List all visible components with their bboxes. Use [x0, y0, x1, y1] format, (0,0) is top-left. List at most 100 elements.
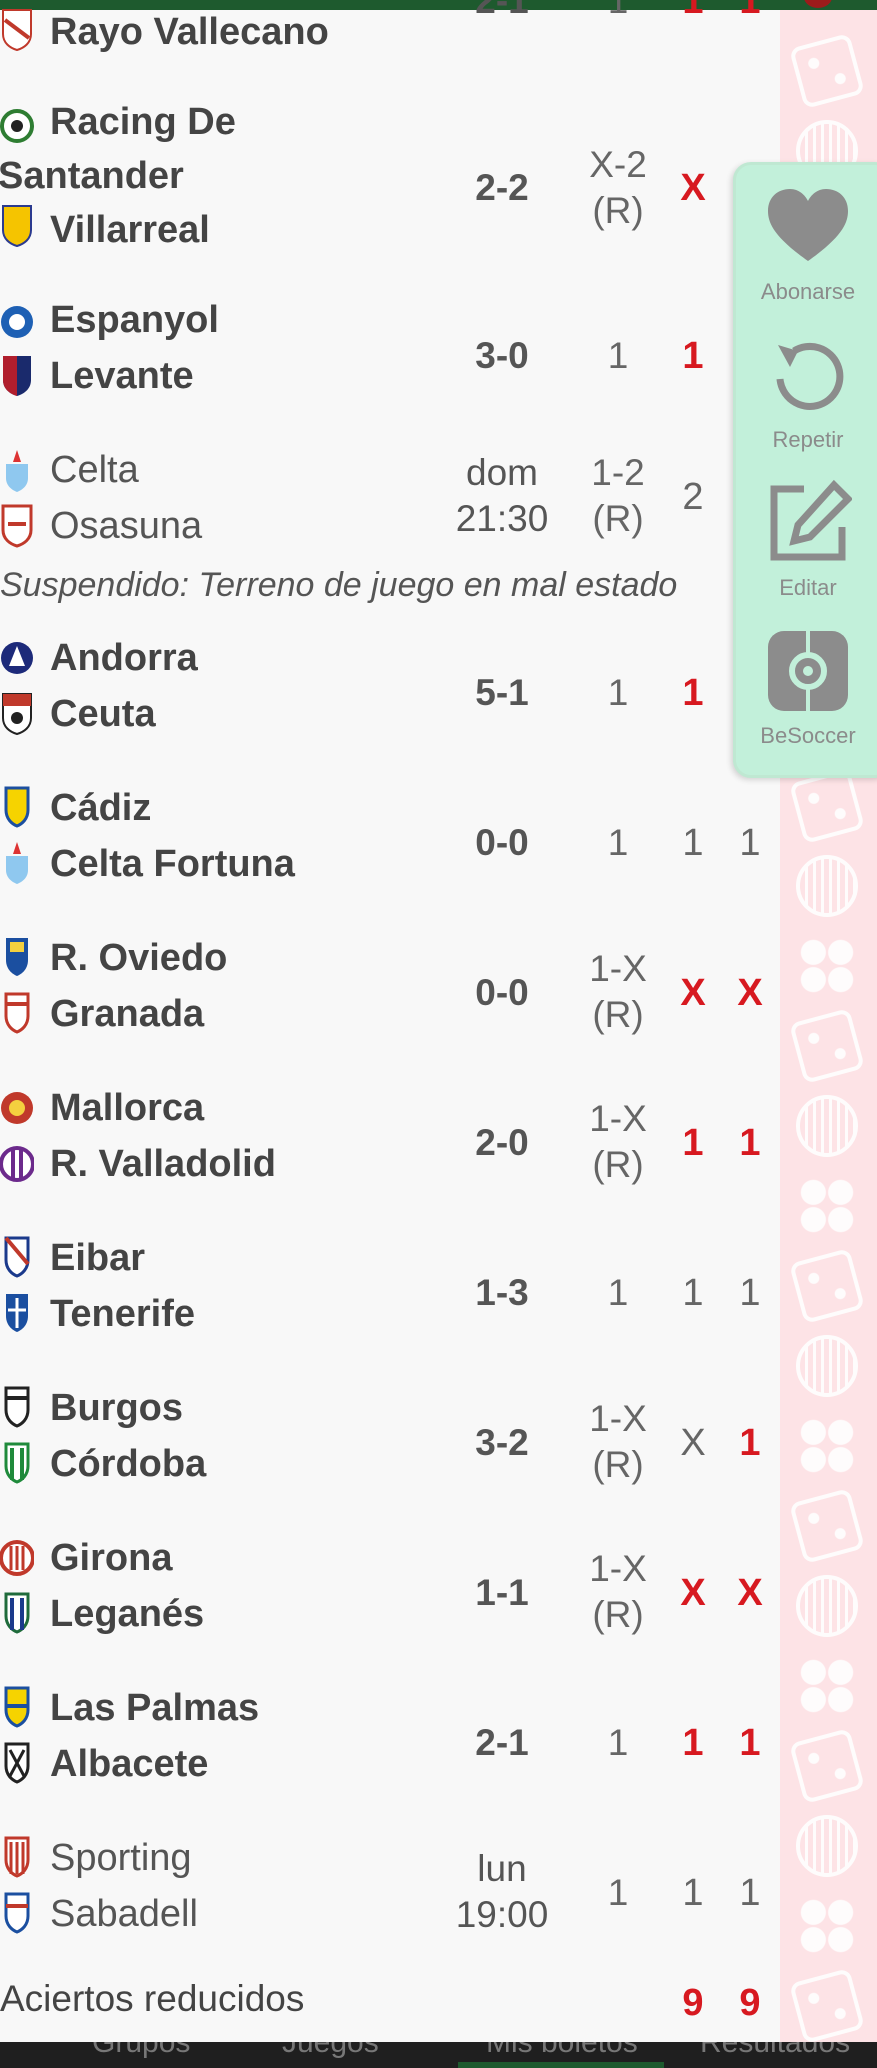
- match-row[interactable]: Mallorca R. Valladolid 2-0 1-X (R) 1 1: [0, 1084, 780, 1204]
- nav-games[interactable]: Juegos: [282, 2042, 379, 2060]
- prediction-1: 1: [682, 1722, 704, 1764]
- prediction-1: 1: [682, 335, 704, 377]
- match-row[interactable]: Eibar Tenerife 1-3 1 1 1: [0, 1234, 780, 1354]
- match-row[interactable]: Las Palmas Albacete 2-1 1 1 1: [0, 1684, 780, 1804]
- home-team: Espanyol: [50, 299, 219, 341]
- ball-icon: [796, 1575, 858, 1637]
- team-crest-icon: [1, 504, 33, 548]
- prediction-1: 2: [682, 476, 704, 518]
- match-row[interactable]: Girona Leganés 1-1 1-X (R) X X: [0, 1534, 780, 1654]
- match-row[interactable]: Espanyol Levante 3-0 1 1: [0, 296, 780, 416]
- summary-count-2: 9: [739, 1982, 761, 2024]
- prediction-1: X: [680, 972, 706, 1014]
- ball-icon: [796, 1815, 858, 1877]
- repeat-button[interactable]: Repetir: [736, 313, 877, 463]
- match-row[interactable]: Sporting Sabadell lun 19:00 1 1 1: [0, 1834, 780, 1964]
- result: 1-X: [589, 1098, 647, 1139]
- team-crest-icon: [4, 1442, 30, 1484]
- team-crest-icon: [1, 642, 33, 674]
- result-reduced: (R): [592, 994, 644, 1035]
- result: 1-2: [591, 452, 645, 493]
- besoccer-icon: [768, 631, 848, 711]
- subscribe-button[interactable]: Abonarse: [736, 165, 877, 315]
- team-crest-icon: [4, 1742, 30, 1784]
- home-team: Racing De: [50, 101, 236, 143]
- bottom-navigation: Grupos Juegos Mis boletos Resultados: [0, 2042, 877, 2068]
- result: 1-X: [589, 1398, 647, 1439]
- match-day: lun: [477, 1848, 527, 1889]
- nav-results[interactable]: Resultados: [700, 2042, 850, 2060]
- clover-icon: [796, 1415, 858, 1477]
- home-team: Andorra: [50, 637, 198, 679]
- ball-icon: [796, 855, 858, 917]
- score: 1-3: [475, 1272, 529, 1313]
- clover-icon: [796, 1655, 858, 1717]
- besoccer-label: BeSoccer: [760, 723, 856, 748]
- repeat-icon: [776, 342, 844, 410]
- result: 1: [607, 335, 629, 376]
- repeat-label: Repetir: [772, 427, 844, 452]
- home-team: Las Palmas: [50, 1687, 260, 1729]
- result-reduced: (R): [592, 190, 644, 231]
- result: 1: [607, 1872, 629, 1913]
- result: 1: [607, 822, 629, 863]
- dice-icon: [789, 1728, 865, 1804]
- dice-icon: [789, 1488, 865, 1564]
- team-crest-icon: [0, 109, 34, 143]
- match-row[interactable]: Burgos Córdoba 3-2 1-X (R) X 1: [0, 1384, 780, 1504]
- home-team: Burgos: [50, 1387, 183, 1429]
- result: X-2: [589, 144, 647, 185]
- team-crest-icon: [6, 1294, 28, 1332]
- away-team: Albacete: [50, 1743, 209, 1785]
- prediction-1: 1: [682, 0, 704, 22]
- team-crest-icon: [2, 693, 32, 736]
- away-team: Villarreal: [50, 209, 210, 251]
- score: 5-1: [475, 672, 529, 713]
- match-time: 21:30: [455, 498, 549, 539]
- score: 2-2: [475, 167, 529, 208]
- prediction-2: X: [737, 972, 763, 1014]
- besoccer-button[interactable]: BeSoccer: [736, 609, 877, 759]
- prediction-2: 1: [739, 1872, 761, 1914]
- nav-groups[interactable]: Grupos: [92, 2042, 190, 2060]
- prediction-2: 1: [739, 0, 761, 22]
- summary-label: Aciertos reducidos: [0, 1978, 305, 2019]
- team-crest-icon: [4, 1236, 30, 1278]
- match-row[interactable]: Andorra Ceuta 5-1 1 1: [0, 634, 780, 754]
- team-crest-icon: [2, 205, 32, 248]
- dice-icon: [789, 1248, 865, 1324]
- nav-tickets[interactable]: Mis boletos: [486, 2042, 638, 2060]
- dice-icon: [789, 33, 865, 109]
- away-team: Leganés: [50, 1593, 205, 1635]
- home-team: Celta: [50, 449, 139, 491]
- result-reduced: (R): [592, 1444, 644, 1485]
- team-crest-icon: [4, 1592, 30, 1634]
- result: 1-X: [589, 948, 647, 989]
- away-team: Celta Fortuna: [50, 843, 295, 885]
- away-team: Granada: [50, 993, 205, 1035]
- result-reduced: (R): [592, 1594, 644, 1635]
- team-crest-icon: [4, 1386, 30, 1428]
- result: 1-X: [589, 1548, 647, 1589]
- team-crest-icon: [4, 1686, 30, 1728]
- home-team: Sporting: [50, 1837, 192, 1879]
- match-row[interactable]: Cádiz Celta Fortuna 0-0 1 1 1: [0, 784, 780, 904]
- match-row[interactable]: R. Oviedo Granada 0-0 1-X (R) X X: [0, 934, 780, 1054]
- away-team: R. Valladolid: [50, 1143, 276, 1185]
- result: 1: [607, 1272, 629, 1313]
- home-team: Rayo Vallecano: [50, 11, 329, 53]
- result-reduced: (R): [592, 1144, 644, 1185]
- match-row[interactable]: Celta Osasuna dom 21:30 1-2 (R) 2: [0, 446, 780, 566]
- home-team-line2: Santander: [0, 155, 184, 197]
- away-team: Córdoba: [50, 1443, 207, 1485]
- edit-button[interactable]: Editar: [736, 461, 877, 611]
- score: 1-1: [475, 1572, 529, 1613]
- score: 0-0: [475, 972, 529, 1013]
- home-team: Girona: [50, 1537, 173, 1579]
- result: 1: [607, 1722, 629, 1763]
- match-row[interactable]: Racing De Santander Villarreal 2-2 X-2 (…: [0, 100, 780, 260]
- team-crest-icon: [3, 356, 31, 396]
- match-row[interactable]: Rayo Vallecano 2-1 1 1 1: [0, 0, 780, 60]
- ball-icon: [796, 1095, 858, 1157]
- match-time: 19:00: [455, 1894, 549, 1935]
